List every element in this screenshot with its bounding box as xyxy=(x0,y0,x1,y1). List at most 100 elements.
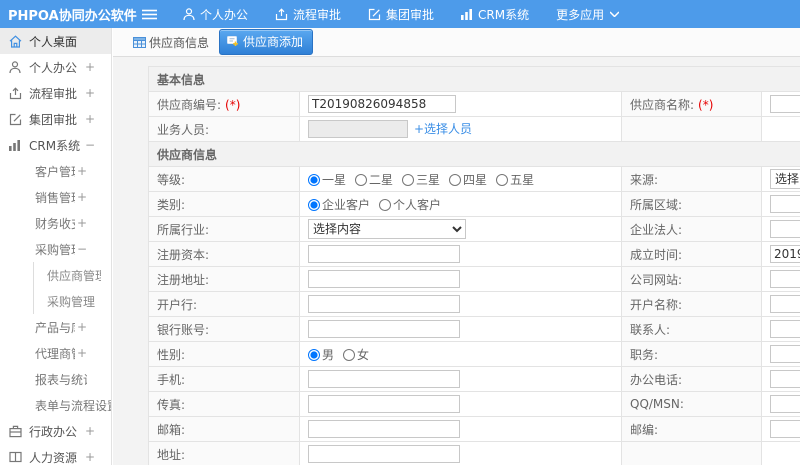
radio-label: 三星 xyxy=(416,172,441,187)
field-label: 供应商名称: xyxy=(630,97,695,112)
sidebar-item-product-inventory[interactable]: 产品与库存 + xyxy=(0,314,111,340)
topnav-personal-office[interactable]: 个人办公 xyxy=(183,6,248,23)
topnav-label: 集团审批 xyxy=(386,7,435,22)
sidebar-item-finance[interactable]: 财务收支 + xyxy=(0,210,111,236)
capital-input[interactable] xyxy=(308,245,460,263)
grade-radio-5star[interactable]: 五星 xyxy=(496,173,534,187)
topnav-label: CRM系统 xyxy=(478,7,530,22)
grade-radio-3star[interactable]: 三星 xyxy=(402,173,440,187)
acctname-label-cell: 开户名称: xyxy=(621,291,762,317)
supplier-name-input[interactable] xyxy=(770,95,800,113)
grade-radio-4star[interactable]: 四星 xyxy=(449,173,487,187)
gender-radio-male[interactable]: 男 xyxy=(308,348,334,362)
staff-input[interactable] xyxy=(308,120,408,139)
choose-staff-link[interactable]: +选择人员 xyxy=(414,122,472,136)
radio-input[interactable] xyxy=(402,173,415,186)
field-label: 开户行: xyxy=(157,297,198,312)
sidebar-item-sales-mgmt[interactable]: 销售管理 + xyxy=(0,184,111,210)
main-content: 供应商信息 供应商添加 基本信息 供应商编号:(*) 供应商名称:(*) 业务人… xyxy=(113,28,800,465)
category-label-cell: 类别: xyxy=(148,191,300,217)
sidebar-item-crm-system[interactable]: CRM系统 − xyxy=(0,132,111,158)
app-window: { "colors": { "topbar": "#4d9bea", "acti… xyxy=(0,0,800,465)
sidebar: 个人桌面 个人办公 + 流程审批 + 集团审批 + CRM系统 − 客户管理 +… xyxy=(0,28,112,465)
sidebar-item-label: 行政办公 xyxy=(29,424,78,439)
radio-input[interactable] xyxy=(308,173,320,186)
sidebar-item-label: 财务收支 xyxy=(35,216,75,231)
gender-radio-female[interactable]: 女 xyxy=(343,348,369,362)
radio-input[interactable] xyxy=(379,198,392,211)
radio-input[interactable] xyxy=(355,173,368,186)
sidebar-item-personal-office[interactable]: 个人办公 + xyxy=(0,54,111,80)
mobile-input[interactable] xyxy=(308,370,460,388)
supplier-code-input[interactable] xyxy=(308,95,456,113)
qq-msn-input[interactable] xyxy=(770,395,800,413)
sidebar-item-group-approval[interactable]: 集团审批 + xyxy=(0,106,111,132)
sidebar-item-customer-mgmt[interactable]: 客户管理 + xyxy=(0,158,111,184)
topnav-label: 更多应用 xyxy=(556,7,605,22)
website-label-cell: 公司网站: xyxy=(621,266,762,292)
legal-person-input[interactable] xyxy=(770,220,800,238)
sidebar-item-form-workflow-settings[interactable]: 表单与流程设置 + xyxy=(0,392,111,418)
category-radio-company[interactable]: 企业客户 xyxy=(308,198,370,212)
fax-input[interactable] xyxy=(308,395,460,413)
sidebar-item-label: 客户管理 xyxy=(35,164,75,179)
job-title-input[interactable] xyxy=(770,345,800,363)
grade-radio-1star[interactable]: 一星 xyxy=(308,173,346,187)
hamburger-menu-icon[interactable] xyxy=(142,9,157,20)
sidebar-item-admin-office[interactable]: 行政办公 + xyxy=(0,418,111,444)
acctno-label-cell: 银行账号: xyxy=(148,316,300,342)
category-radio-personal[interactable]: 个人客户 xyxy=(379,198,441,212)
legal-label-cell: 企业法人: xyxy=(621,216,762,242)
radio-input[interactable] xyxy=(496,173,509,186)
sidebar-item-hr[interactable]: 人力资源 + xyxy=(0,444,111,465)
sidebar-item-purchase-mgmt[interactable]: 采购管理 − xyxy=(0,236,111,262)
radio-input[interactable] xyxy=(308,198,320,211)
sidebar-item-workflow-approval[interactable]: 流程审批 + xyxy=(0,80,111,106)
address-input[interactable] xyxy=(308,445,460,463)
website-input[interactable] xyxy=(770,270,800,288)
expand-indicator: + xyxy=(76,320,87,334)
tab-supplier-add[interactable]: 供应商添加 xyxy=(219,29,314,55)
supplier-code-value-cell xyxy=(299,91,622,117)
grade-radio-2star[interactable]: 二星 xyxy=(355,173,393,187)
radio-input[interactable] xyxy=(308,348,320,361)
field-label: 业务人员: xyxy=(157,122,210,137)
industry-select[interactable]: 选择内容 xyxy=(308,219,466,239)
field-label: 所属区域: xyxy=(630,197,683,212)
sidebar-item-agent-mgmt[interactable]: 代理商管理 + xyxy=(0,340,111,366)
office-phone-input[interactable] xyxy=(770,370,800,388)
zip-input[interactable] xyxy=(770,420,800,438)
capital-value-cell xyxy=(299,241,622,267)
topnav-group-approval[interactable]: 集团审批 xyxy=(368,6,434,23)
sidebar-item-personal-desktop[interactable]: 个人桌面 xyxy=(0,28,111,54)
sidebar-submenu-purchase: 供应商管理 采购管理 xyxy=(33,262,111,314)
qq-value-cell xyxy=(760,391,800,417)
topnav-crm-system[interactable]: CRM系统 xyxy=(461,6,529,23)
source-select[interactable]: 选择内容 xyxy=(770,169,800,189)
topnav-more-apps[interactable]: 更多应用 xyxy=(556,6,620,23)
reg-address-input[interactable] xyxy=(308,270,460,288)
sidebar-item-label: 集团审批 xyxy=(29,112,78,127)
source-label-cell: 来源: xyxy=(621,166,762,192)
topnav-workflow-approval[interactable]: 流程审批 xyxy=(275,6,341,23)
bank-account-input[interactable] xyxy=(308,320,460,338)
bank-input[interactable] xyxy=(308,295,460,313)
grade-value-cell: 一星 二星 三星 四星 五星 xyxy=(299,166,622,192)
field-label: 银行账号: xyxy=(157,322,210,337)
radio-input[interactable] xyxy=(449,173,462,186)
account-name-input[interactable] xyxy=(770,295,800,313)
founded-date-input[interactable] xyxy=(770,245,800,263)
email-input[interactable] xyxy=(308,420,460,438)
contact-value-cell xyxy=(760,316,800,342)
radio-label: 男 xyxy=(322,347,335,362)
sidebar-item-label: 报表与统计 xyxy=(35,372,87,387)
sidebar-item-procurement-mgmt[interactable]: 采购管理 xyxy=(34,288,111,314)
sidebar-item-supplier-mgmt[interactable]: 供应商管理 xyxy=(34,262,111,288)
contact-input[interactable] xyxy=(770,320,800,338)
tab-supplier-info[interactable]: 供应商信息 xyxy=(133,34,209,51)
sidebar-item-reports-stats[interactable]: 报表与统计 xyxy=(0,366,111,392)
regaddr-label-cell: 注册地址: xyxy=(148,266,300,292)
radio-input[interactable] xyxy=(343,348,356,361)
topnav-label: 个人办公 xyxy=(200,7,249,22)
region-input[interactable] xyxy=(770,195,800,213)
